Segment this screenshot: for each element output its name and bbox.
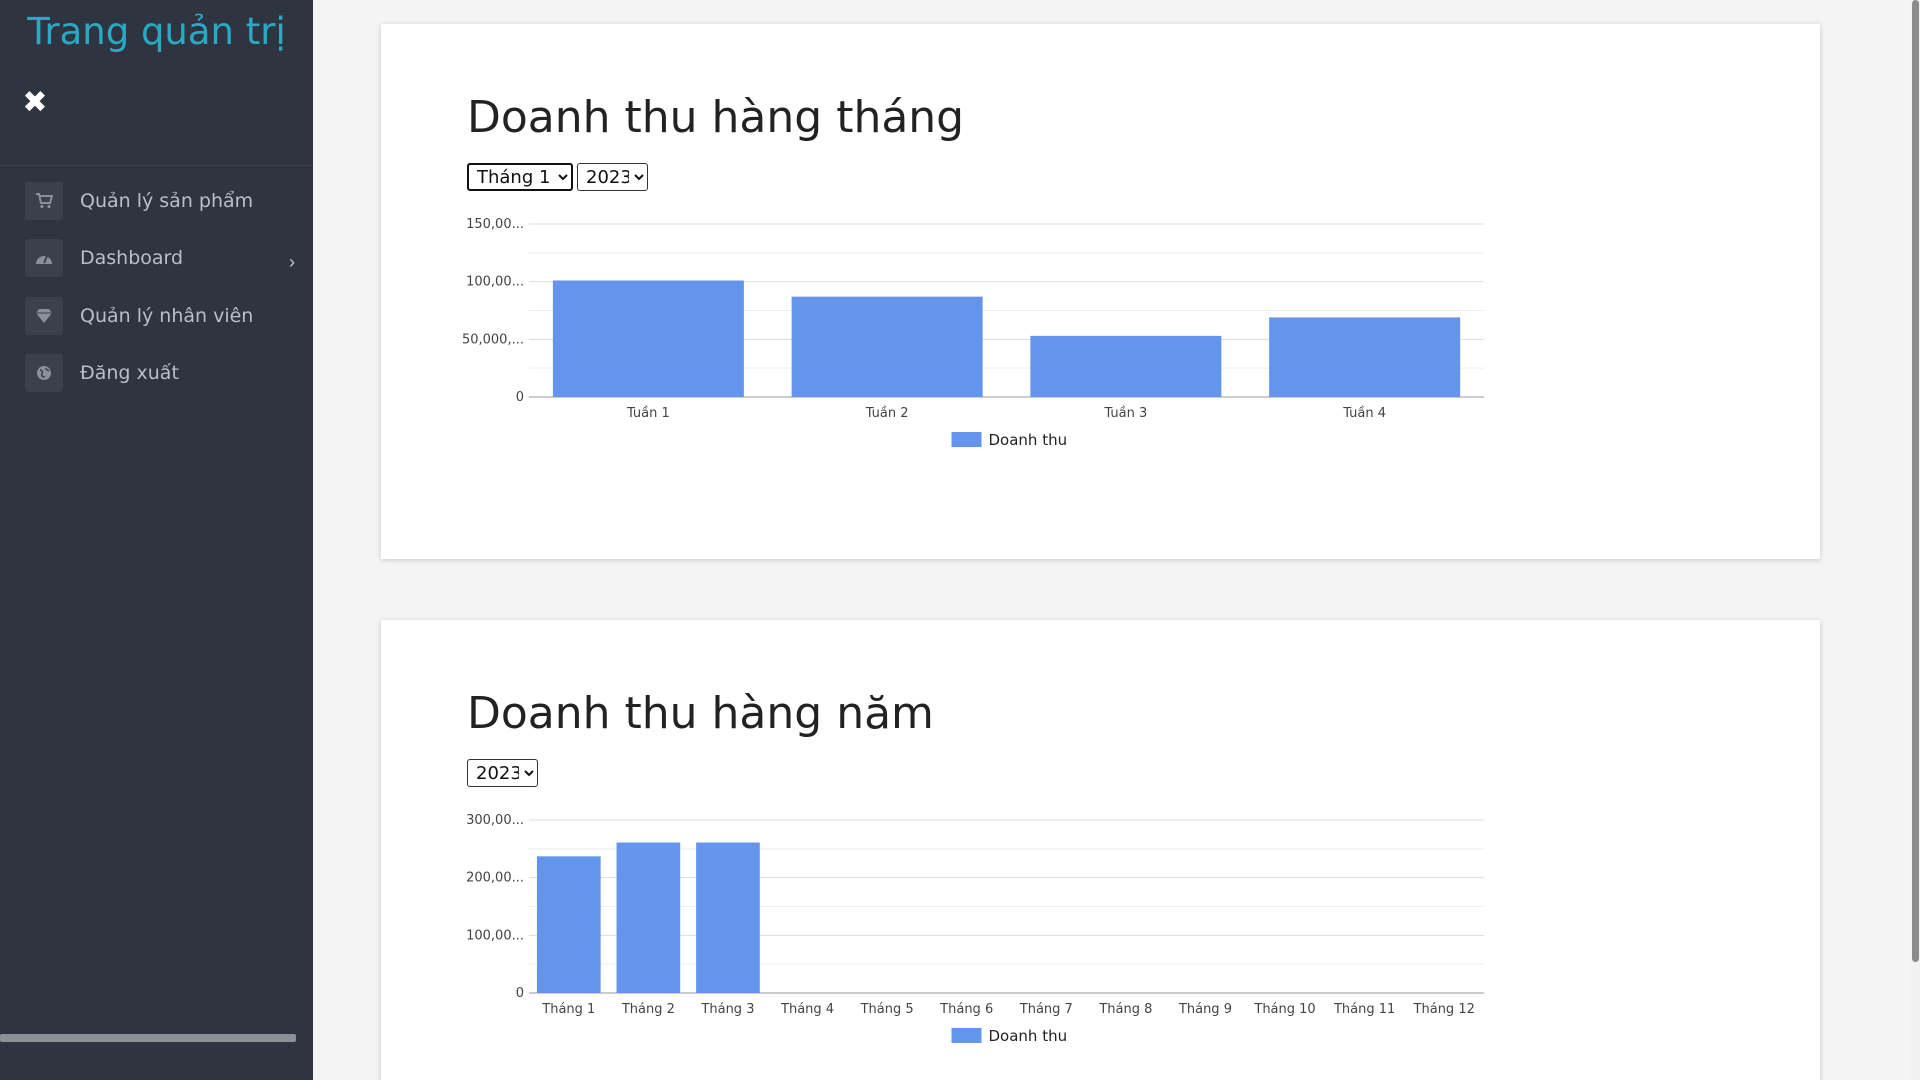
bar[interactable] [791,296,983,397]
monthly-revenue-card: Doanh thu hàng tháng Tháng 1 2023 0 50,00… [381,24,1820,559]
x-tick-label: Tháng 10 [1253,1002,1315,1017]
globe-icon [25,354,63,393]
bar[interactable] [696,842,760,993]
page-scrollbar-thumb[interactable] [1912,0,1919,962]
sidebar-divider [0,165,313,166]
sidebar-menu: Quản lý sản phẩm Dashboard › Quản lý nhâ… [0,172,313,402]
y-tick-label: 0 [516,986,524,1001]
x-tick-label: Tuần 1 [626,406,670,421]
sidebar-horizontal-scrollbar[interactable] [0,1034,296,1042]
legend-label[interactable]: Doanh thu [989,431,1068,449]
sidebar-item-products[interactable]: Quản lý sản phẩm [0,172,313,230]
x-tick-label: Tháng 9 [1178,1002,1232,1017]
x-tick-label: Tháng 3 [700,1002,754,1017]
sidebar-item-label: Quản lý sản phẩm [80,189,254,212]
sidebar-item-logout[interactable]: Đăng xuất [0,345,313,403]
y-tick-label: 50,000,... [462,332,524,347]
y-tick-label: 100,00... [466,275,524,290]
x-tick-label: Tháng 2 [621,1002,675,1017]
bar[interactable] [536,856,601,993]
sidebar-item-employees[interactable]: Quản lý nhân viên [0,287,313,345]
sidebar: Trang quản trị ✖ Quản lý sản phẩm Dashbo… [0,0,313,1080]
bar[interactable] [616,842,681,993]
bar[interactable] [1269,317,1461,397]
legend-label[interactable]: Doanh thu [989,1027,1068,1045]
bar[interactable] [552,280,744,397]
x-tick-label: Tháng 11 [1333,1002,1395,1017]
sidebar-item-label: Đăng xuất [80,362,179,385]
dashboard-icon [25,239,63,278]
x-tick-label: Tháng 5 [860,1002,914,1017]
x-tick-label: Tháng 12 [1413,1002,1475,1017]
diamond-icon [25,296,63,335]
bar[interactable] [1030,335,1222,397]
yearly-revenue-card: Doanh thu hàng năm 2023 0 100,00... 200,00… [381,620,1820,1080]
x-tick-label: Tuần 2 [865,406,909,421]
brand-title[interactable]: Trang quản trị [0,10,313,53]
chevron-right-icon: › [289,251,295,272]
x-tick-label: Tháng 6 [939,1002,993,1017]
x-tick-label: Tuần 3 [1103,406,1147,421]
cart-icon [25,181,63,220]
sidebar-item-label: Dashboard [80,247,184,270]
monthly-revenue-chart: 0 50,000,... 100,00... 150,00... Tuần 1 Tuần … [462,217,1484,449]
y-tick-label: 150,00... [466,217,524,232]
y-tick-label: 0 [516,390,524,405]
x-tick-label: Tháng 8 [1098,1002,1152,1017]
x-tick-label: Tuần 4 [1342,406,1386,421]
legend-swatch[interactable] [951,1028,982,1043]
sidebar-item-label: Quản lý nhân viên [80,304,254,327]
x-tick-label: Tháng 7 [1019,1002,1073,1017]
x-tick-label: Tháng 4 [780,1002,834,1017]
close-icon[interactable]: ✖ [20,88,50,118]
legend-swatch[interactable] [951,432,982,447]
y-tick-label: 200,00... [466,871,524,886]
yearly-revenue-chart: 0 100,00... 200,00... 300,00... Tháng 1 Tháng… [466,813,1484,1045]
sidebar-item-dashboard[interactable]: Dashboard › [0,230,313,288]
x-tick-label: Tháng 1 [541,1002,595,1017]
y-tick-label: 100,00... [466,928,524,943]
y-tick-label: 300,00... [466,813,524,828]
